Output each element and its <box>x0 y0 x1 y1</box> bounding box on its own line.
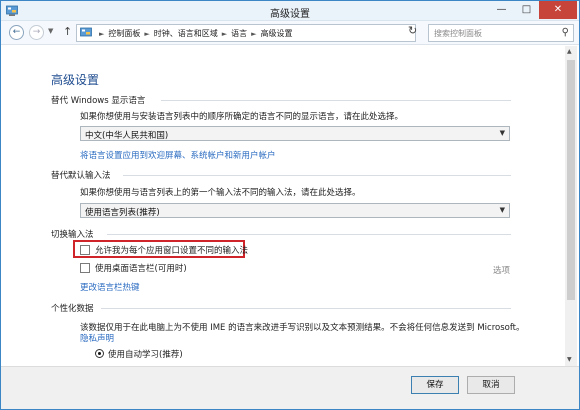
back-arrow-icon[interactable]: ← <box>9 25 24 40</box>
recent-pages-chevron-icon[interactable]: ▼ <box>48 27 53 35</box>
scroll-down-icon[interactable]: ▼ <box>567 356 572 363</box>
checkbox[interactable] <box>80 263 90 273</box>
refresh-icon[interactable]: ↻ <box>408 24 417 37</box>
display-language-description: 如果你想使用与安装语言列表中的顺序所确定的语言不同的显示语言，请在此处选择。 <box>80 112 404 122</box>
change-hotkeys-link[interactable]: 更改语言栏热键 <box>80 281 140 293</box>
language-bar-options-link[interactable]: 选项 <box>493 264 510 276</box>
default-input-select[interactable]: 使用语言列表(推荐) ▼ <box>80 203 510 218</box>
dialog-footer: 保存 取消 <box>1 366 579 409</box>
section-divider <box>101 308 511 309</box>
search-placeholder: 搜索控制面板 <box>434 29 482 38</box>
settings-content: 高级设置 替代 Windows 显示语言 如果你想使用与安装语言列表中的顺序所确… <box>1 46 579 366</box>
search-icon[interactable]: ⚲ <box>562 27 569 38</box>
forward-arrow-icon[interactable]: → <box>29 25 44 40</box>
scroll-up-icon[interactable]: ▲ <box>567 48 572 55</box>
search-input[interactable]: 搜索控制面板 ⚲ <box>428 24 574 42</box>
section-divider <box>161 100 511 101</box>
navigation-bar: ← → ▼ ↑ ►控制面板►时钟、语言和区域►语言►高级设置 ▼ ↻ 搜索控制面… <box>1 21 579 45</box>
breadcrumb-chevron-icon: ► <box>99 30 105 38</box>
breadcrumb-chevron-icon: ► <box>221 30 228 38</box>
title-bar: 高级设置 — □ ✕ <box>1 1 579 21</box>
breadcrumb-item[interactable]: 时钟、语言和区域 <box>154 29 218 38</box>
display-language-select[interactable]: 中文(中华人民共和国) ▼ <box>80 126 510 141</box>
breadcrumb-item[interactable]: 高级设置 <box>261 29 293 38</box>
advanced-settings-window: 高级设置 — □ ✕ ← → ▼ ↑ ► 控制面板 ► 时钟、语言和区域 ► 语言 ► 高级设… <box>0 0 580 410</box>
close-icon[interactable]: ✕ <box>539 1 577 19</box>
personalization-description: 该数据仅用于在此电脑上为不使用 IME 的语言来改进手写识别以及文本预测结果。不… <box>80 323 525 333</box>
maximize-icon[interactable]: □ <box>514 1 539 19</box>
scrollbar-thumb[interactable] <box>567 60 575 300</box>
chevron-down-icon: ▼ <box>499 129 505 137</box>
privacy-statement-link[interactable]: 隐私声明 <box>80 332 114 344</box>
apply-to-welcome-screen-link[interactable]: 将语言设置应用到欢迎屏幕、系统帐户和新用户帐户 <box>80 149 276 161</box>
cancel-button[interactable]: 取消 <box>467 376 515 394</box>
default-input-description: 如果你想使用与语言列表上的第一个输入法不同的输入法，请在此处选择。 <box>80 188 361 198</box>
section-heading-personalization: 个性化数据 <box>51 304 94 314</box>
section-divider <box>107 234 511 235</box>
page-title: 高级设置 <box>51 73 100 87</box>
default-input-value: 使用语言列表(推荐) <box>85 208 160 218</box>
chevron-down-icon: ▼ <box>499 206 505 214</box>
section-divider <box>123 175 511 176</box>
vertical-scrollbar[interactable]: ▲ ▼ <box>565 46 577 366</box>
radio-button[interactable] <box>95 349 104 358</box>
minimize-icon[interactable]: — <box>489 1 514 19</box>
per-app-input-label: 允许我为每个应用窗口设置不同的输入法 <box>95 246 249 256</box>
up-arrow-icon[interactable]: ↑ <box>63 25 72 38</box>
control-panel-icon <box>80 27 92 37</box>
breadcrumb-chevron-icon: ► <box>144 30 150 38</box>
display-language-value: 中文(中华人民共和国) <box>85 131 169 141</box>
section-heading-display-language: 替代 Windows 显示语言 <box>51 96 146 106</box>
breadcrumb-item[interactable]: 控制面板 <box>108 29 140 38</box>
breadcrumb: ► 控制面板 ► 时钟、语言和区域 ► 语言 ► 高级设置 <box>95 28 293 39</box>
save-button[interactable]: 保存 <box>411 376 459 394</box>
section-heading-default-input: 替代默认输入法 <box>51 171 111 181</box>
section-heading-switching: 切换输入法 <box>51 230 94 240</box>
breadcrumb-chevron-icon: ► <box>251 30 257 38</box>
checkbox[interactable] <box>80 245 90 255</box>
breadcrumb-item[interactable]: 语言 <box>231 29 247 38</box>
address-bar[interactable]: ►控制面板►时钟、语言和区域►语言►高级设置 ▼ <box>76 24 480 42</box>
auto-learning-label: 使用自动学习(推荐) <box>108 350 183 360</box>
desktop-language-bar-label: 使用桌面语言栏(可用时) <box>95 264 187 274</box>
